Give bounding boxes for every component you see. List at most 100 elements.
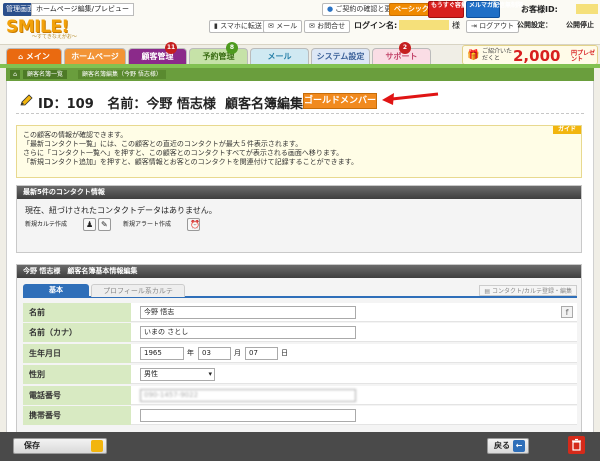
tab-customers[interactable]: 11 顧客管理	[128, 42, 187, 65]
customer-id-value	[576, 4, 598, 14]
month-unit: 月	[234, 349, 241, 357]
lock-icon	[91, 440, 103, 452]
basic-info-heading: 今野 悟志様 顧客名簿基本情報編集	[17, 265, 581, 278]
edit-icon: ✎	[101, 220, 108, 229]
edit-karte-button[interactable]: ✎	[98, 218, 111, 231]
birth-month-input[interactable]: 03	[198, 347, 231, 360]
subtab-basic[interactable]: 基本	[23, 284, 89, 297]
kana-label: 名前（カナ）	[23, 323, 131, 342]
tab-support[interactable]: 2 サポート	[372, 42, 431, 65]
form-row-kana: 名前（カナ） いまの さとし	[23, 323, 577, 342]
guide-line: この顧客の情報が確認できます。	[23, 131, 128, 139]
promo-unit: 円プレゼント	[571, 50, 596, 63]
day-unit: 日	[281, 349, 288, 357]
breadcrumb-home-icon[interactable]: ⌂	[10, 70, 20, 79]
mobile-label: 携帯番号	[23, 406, 131, 425]
tab-reservations[interactable]: 8 予約管理	[189, 42, 248, 65]
new-alert-label: 新規アラート作成	[123, 221, 172, 228]
phone-label: 電話番号	[23, 386, 131, 405]
public-setting-value[interactable]: 公開停止	[566, 20, 594, 30]
person-icon: ♟	[86, 220, 94, 229]
new-alert-button[interactable]: ⏰	[187, 218, 200, 231]
logout-icon: ⇥	[471, 22, 477, 30]
logout-button[interactable]: ⇥ ログアウト	[466, 20, 520, 33]
capacity-warning-button[interactable]: もうすぐ容量オーバー	[428, 1, 491, 18]
contact-karte-register-button[interactable]: ▤ コンタクト/カルテ登録・編集	[479, 285, 577, 296]
tab-homepage[interactable]: ホームページ	[64, 48, 126, 65]
top-bar: 管理画面 ホームページ編集/プレビュー SMILE! ～すてきなえがお～ ● ご…	[0, 0, 600, 45]
form-row-phone: 電話番号 090-1457-9022	[23, 386, 577, 405]
login-suffix: 様	[452, 21, 460, 30]
tab-system[interactable]: システム設定	[311, 48, 370, 65]
form-row-mobile: 携帯番号	[23, 406, 577, 425]
facebook-icon[interactable]: f	[561, 306, 573, 318]
name-body: 今野 悟志 f	[131, 303, 577, 322]
name-input[interactable]: 今野 悟志	[140, 306, 356, 319]
guide-tag: ガイド	[552, 126, 581, 134]
phone-body: 090-1457-9022	[131, 386, 577, 405]
title-divider	[16, 113, 584, 114]
recent-contacts-section: 最新5件のコンタクト情報 現在、紐づけされたコンタクトデータはありません。 新規…	[16, 185, 582, 253]
back-button[interactable]: 戻る ←	[487, 438, 529, 454]
back-arrow-icon: ←	[513, 440, 525, 452]
contract-icon: ●	[327, 5, 334, 13]
tab-main[interactable]: ⌂ メイン	[6, 48, 62, 65]
birth-year-input[interactable]: 1965	[140, 347, 184, 360]
red-arrow-annotation	[382, 92, 439, 105]
delete-button[interactable]	[568, 436, 585, 454]
alarm-clock-icon: ⏰	[190, 220, 200, 229]
new-karte-label: 新規カルテ作成	[25, 221, 68, 228]
gender-body: 男性 ▾	[131, 365, 577, 384]
pencil-icon	[20, 94, 33, 106]
promo-amount: 2,000	[513, 47, 561, 65]
guide-box: ガイド この顧客の情報が確認できます。 「最新コンタクト一覧」には、この顧客との…	[16, 125, 582, 178]
public-setting-label: 公開設定：	[517, 21, 552, 29]
home-icon: ⌂	[18, 53, 24, 61]
subtab-profile-karte[interactable]: プロフィール系カルテ	[91, 284, 185, 297]
mailmag-button[interactable]: メルマガ配信無制限	[466, 1, 523, 18]
basic-info-section: 今野 悟志様 顧客名簿基本情報編集 基本 プロフィール系カルテ ▤ コンタクト/…	[16, 264, 582, 432]
trash-icon	[572, 438, 581, 451]
gender-label: 性別	[23, 365, 131, 384]
gender-select[interactable]: 男性 ▾	[140, 368, 215, 381]
breadcrumb-current: 顧客名簿編集（今野 悟志様）	[78, 70, 166, 79]
inquiry-button[interactable]: ✉ お問合せ	[304, 20, 351, 33]
name-label: 名前	[23, 303, 131, 322]
new-karte-button[interactable]: ♟	[83, 218, 96, 231]
customer-id-label: お客様ID:	[521, 5, 558, 14]
phone-forward-button[interactable]: ▮ スマホに転送	[209, 20, 267, 33]
customers-badge: 11	[165, 42, 177, 54]
kana-body: いまの さとし	[131, 323, 577, 342]
page-title: ID：109 名前：今野 悟志様 顧客名簿編集	[38, 97, 303, 112]
inquiry-icon: ✉	[309, 22, 315, 30]
form-row-gender: 性別 男性 ▾	[23, 365, 577, 384]
save-button[interactable]: 保存	[13, 438, 107, 454]
promo-small-text: ご紹介いただくと	[482, 48, 513, 62]
phone-input[interactable]: 090-1457-9022	[140, 389, 356, 402]
support-badge: 2	[399, 42, 411, 54]
reservations-badge: 8	[226, 42, 238, 54]
kana-input[interactable]: いまの さとし	[140, 326, 356, 339]
basic-info-subtabs: 基本 プロフィール系カルテ ▤ コンタクト/カルテ登録・編集	[23, 284, 577, 298]
no-contacts-text: 現在、紐づけされたコンタクトデータはありません。	[25, 206, 217, 215]
birth-day-input[interactable]: 07	[245, 347, 278, 360]
login-label: ログイン名:	[354, 21, 398, 30]
birthday-body: 1965 年 03 月 07 日	[131, 344, 577, 363]
phone-icon: ▮	[214, 22, 218, 30]
document-icon: ▤	[484, 288, 491, 295]
homepage-preview-button[interactable]: ホームページ編集/プレビュー	[31, 3, 135, 16]
referral-promo-banner[interactable]: 🎁 ご紹介いただくと 2,000 円プレゼント	[462, 45, 598, 65]
mail-button[interactable]: ✉ メール	[263, 20, 303, 33]
birthday-label: 生年月日	[23, 344, 131, 363]
gift-icon: 🎁	[467, 50, 480, 61]
logo-subtitle: ～すてきなえがお～	[32, 34, 77, 40]
guide-line: さらに「コンタクト一覧へ」を押すと、この顧客とのコンタクトすべてが表示される画面…	[23, 149, 344, 157]
mobile-input[interactable]	[140, 409, 356, 422]
guide-line: 「新規コンタクト追加」を押すと、顧客情報とお客とのコンタクトを関連付けて記録する…	[23, 158, 358, 166]
tab-mail[interactable]: メール	[250, 48, 309, 65]
chevron-down-icon: ▾	[208, 370, 212, 378]
breadcrumb-customer-list[interactable]: 顧客名簿一覧	[23, 70, 68, 79]
breadcrumb: ⌂ 顧客名簿一覧 顧客名簿編集（今野 悟志様）	[6, 68, 594, 81]
guide-line: 「最新コンタクト一覧」には、この顧客との直近のコンタクトが最大５件表示されます。	[23, 140, 303, 148]
recent-contacts-heading: 最新5件のコンタクト情報	[17, 186, 581, 199]
